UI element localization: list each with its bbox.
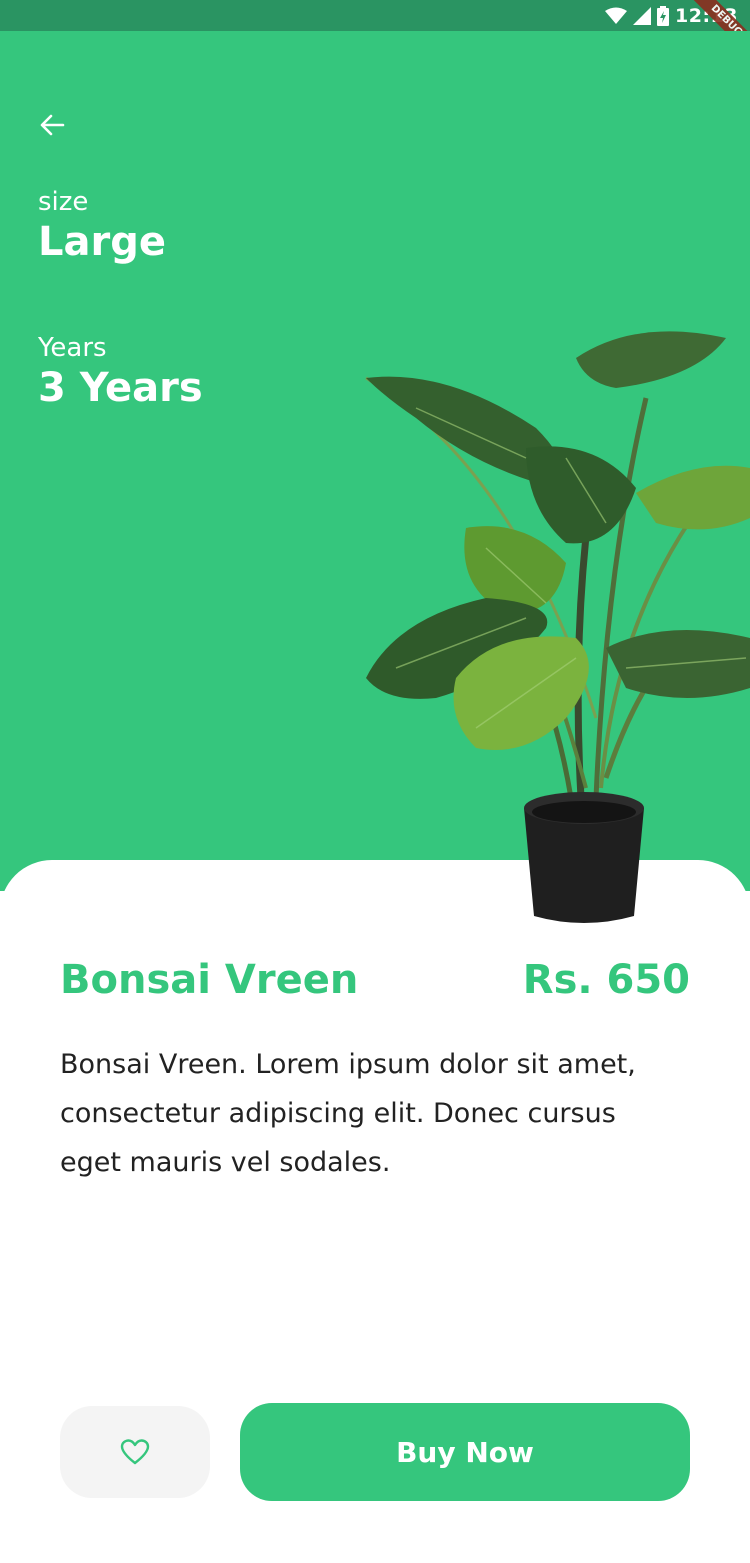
product-description: Bonsai Vreen. Lorem ipsum dolor sit amet…: [60, 1049, 636, 1178]
back-button[interactable]: [30, 107, 74, 143]
size-value: Large: [38, 219, 166, 265]
years-label: Years: [38, 333, 107, 363]
years-value: 3 Years: [38, 365, 203, 411]
plant-image: [365, 331, 750, 923]
size-label: size: [38, 187, 89, 217]
product-name: Bonsai Vreen: [60, 957, 359, 1003]
heart-outline-icon: [120, 1439, 150, 1465]
size-spec: size Large: [38, 185, 166, 265]
cellular-signal-icon: [633, 6, 652, 25]
buy-now-button[interactable]: Buy Now: [240, 1403, 690, 1501]
buy-now-label: Buy Now: [396, 1435, 534, 1469]
arrow-left-icon: [40, 114, 65, 136]
product-detail-screen: 12:13 DEBUG size Large Years 3 Years Bon…: [0, 0, 750, 1563]
product-price: Rs. 650: [522, 957, 690, 1003]
battery-icon: [657, 5, 670, 26]
favorite-button[interactable]: [60, 1406, 210, 1498]
years-spec: Years 3 Years: [38, 331, 203, 411]
product-card: Bonsai Vreen Rs. 650 Bonsai Vreen. Lorem…: [0, 860, 750, 1563]
status-bar: 12:13 DEBUG: [0, 0, 750, 70]
wifi-icon: [605, 7, 628, 24]
